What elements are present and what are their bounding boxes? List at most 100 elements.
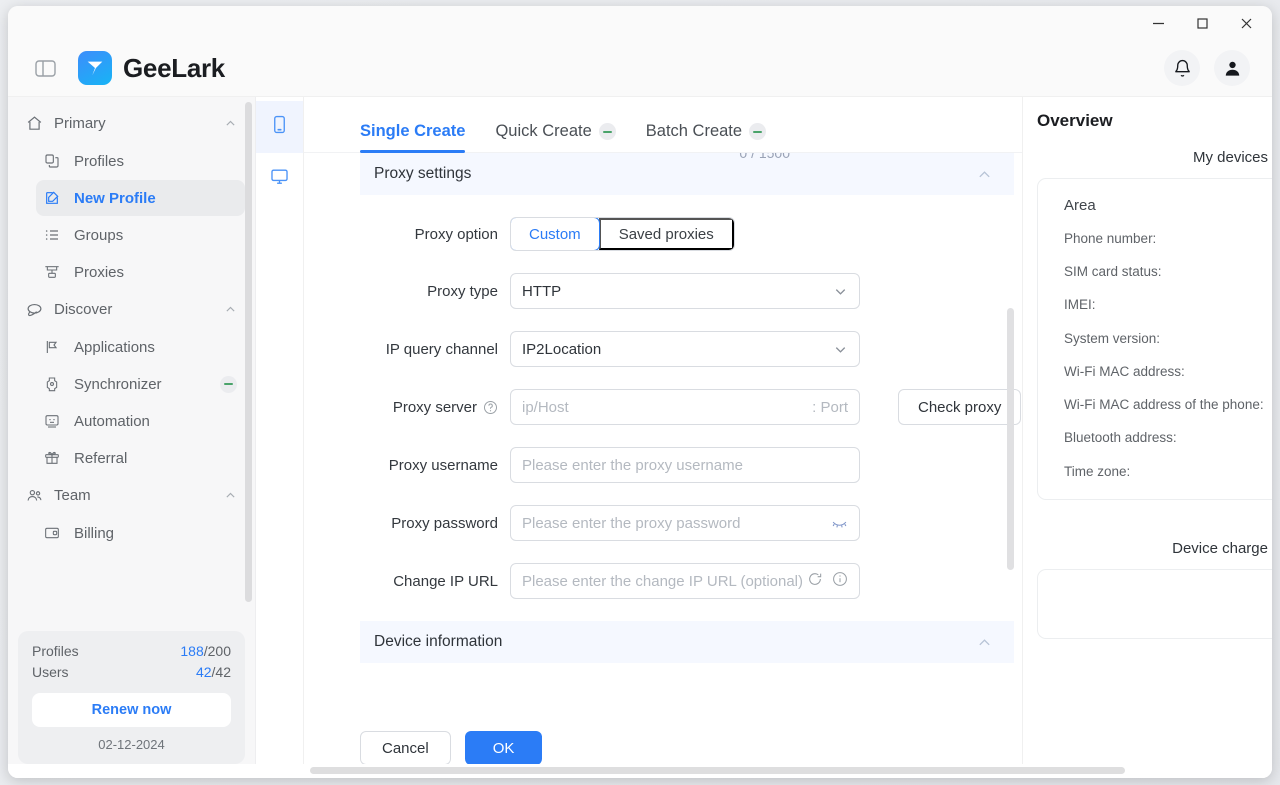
sidebar-item-proxies[interactable]: Proxies [36,254,245,290]
rail-item-phone[interactable] [256,101,303,153]
sidebar-item-label: Automation [74,412,150,430]
form-scroll-area: 0 / 1500 Proxy settings Proxy option Cus… [304,153,1022,718]
rail-item-desktop[interactable] [256,153,303,205]
proxy-password-field[interactable] [522,514,831,532]
device-charge-card [1037,568,1272,639]
proxy-username-input[interactable] [510,447,860,483]
sidebar-item-label: Referral [74,449,128,467]
proxy-host-field[interactable] [522,398,813,416]
usage-expiry-date: 02-12-2024 [98,737,165,752]
tab-single-create[interactable]: Single Create [360,122,466,153]
app-header: GeeLark [8,40,1272,97]
sidebar-item-referral[interactable]: Referral [36,440,245,476]
tab-quick-create[interactable]: Quick Create [495,122,616,152]
overview-line: SIM card status: [1064,264,1162,280]
ok-button[interactable]: OK [464,731,543,765]
info-icon[interactable] [832,571,848,591]
tab-batch-create[interactable]: Batch Create [646,122,767,152]
change-ip-actions [807,571,848,591]
char-counter: 0 / 1500 [739,153,790,161]
new-profile-icon [44,190,66,206]
change-ip-url-input[interactable] [510,563,860,599]
ip-query-channel-select[interactable]: IP2Location [510,331,860,367]
panel-toggle-icon[interactable] [32,55,58,81]
usage-users-value: 42/42 [195,664,231,680]
ip-query-value: IP2Location [522,340,602,358]
user-avatar-icon[interactable] [1214,50,1250,86]
chevron-down-icon [833,342,848,357]
chevron-down-icon [833,284,848,299]
form-vertical-scrollbar[interactable] [1007,308,1014,570]
section-title: Device information [374,633,503,650]
phone-icon [270,115,289,139]
sidebar-group-label: Discover [54,300,113,318]
geelark-logo-icon [78,51,112,85]
cancel-button[interactable]: Cancel [360,731,451,765]
field-label-text: Proxy server [392,398,477,416]
field-label: Change IP URL [393,572,498,590]
sidebar-nav: Primary Profiles New Profile Groups Prox… [8,97,255,625]
refresh-icon[interactable] [807,571,823,591]
home-icon [26,115,48,132]
proxy-option-saved-button[interactable]: Saved proxies [598,218,734,250]
proxy-password-input[interactable] [510,505,860,541]
sidebar-item-label: Groups [74,226,124,244]
proxy-server-input[interactable]: : Port [510,389,860,425]
help-icon[interactable] [483,400,498,415]
field-label: Proxy username [388,456,498,474]
team-icon [26,487,48,504]
sidebar-item-label: Synchronizer [74,375,162,393]
my-devices-label: My devices [1192,149,1268,166]
sidebar-item-synchronizer[interactable]: Synchronizer [36,366,245,402]
proxy-username-field[interactable] [522,456,848,474]
proxy-type-select[interactable]: HTTP [510,273,860,309]
main-content: Single Create Quick Create Batch Create … [304,97,1022,778]
horizontal-scrollbar-thumb[interactable] [310,767,1125,774]
chevron-up-icon [977,635,992,650]
new-badge-icon [220,375,237,393]
sidebar-item-applications[interactable]: Applications [36,329,245,365]
sidebar-item-automation[interactable]: Automation [36,403,245,439]
section-header-device-information[interactable]: Device information [360,621,1014,663]
eye-off-icon[interactable] [831,515,848,532]
window-titlebar [8,6,1272,40]
field-label: Proxy type [427,282,498,300]
section-header-proxy-settings[interactable]: Proxy settings [360,153,1014,195]
bell-icon[interactable] [1164,50,1200,86]
overview-title: Overview [1037,111,1113,130]
sidebar-group-primary[interactable]: Primary [18,105,245,141]
header-actions [1164,50,1250,86]
sidebar-item-groups[interactable]: Groups [36,217,245,253]
device-type-rail [256,97,304,778]
window-close-button[interactable] [1224,7,1268,39]
sidebar: Primary Profiles New Profile Groups Prox… [8,97,256,778]
field-change-ip-url: Change IP URL [360,563,1022,599]
sidebar-group-discover[interactable]: Discover [18,291,245,327]
window-minimize-button[interactable] [1136,7,1180,39]
create-mode-tabs: Single Create Quick Create Batch Create [304,97,1022,153]
usage-profiles-value: 188/200 [180,643,231,659]
field-proxy-server: Proxy server : Port Check proxy [360,389,1022,425]
proxy-port-placeholder: : Port [812,398,848,416]
sidebar-item-profiles[interactable]: Profiles [36,143,245,179]
tab-label: Quick Create [495,122,592,140]
sidebar-item-new-profile[interactable]: New Profile [36,180,245,216]
proxy-option-toggle: Custom Saved proxies [510,217,735,251]
sidebar-item-label: Profiles [74,152,125,170]
window-maximize-button[interactable] [1180,7,1224,39]
sidebar-item-label: New Profile [74,189,156,207]
change-ip-url-field[interactable] [522,572,807,590]
proxy-option-custom-button[interactable]: Custom [510,218,600,250]
brand: GeeLark [78,51,225,85]
check-proxy-button[interactable]: Check proxy [898,389,1022,425]
section-title: Proxy settings [374,165,472,182]
renew-now-button[interactable]: Renew now [32,693,231,727]
new-badge-icon [598,123,616,140]
overview-area-label: Area [1064,197,1096,214]
app-body: Primary Profiles New Profile Groups Prox… [8,97,1272,778]
sidebar-group-team[interactable]: Team [18,477,245,513]
sidebar-scrollbar[interactable] [245,102,252,602]
app-window: GeeLark Primary Profiles New Profile Gro… [8,6,1272,778]
sidebar-item-billing[interactable]: Billing [36,515,245,551]
proxies-icon [44,264,66,280]
